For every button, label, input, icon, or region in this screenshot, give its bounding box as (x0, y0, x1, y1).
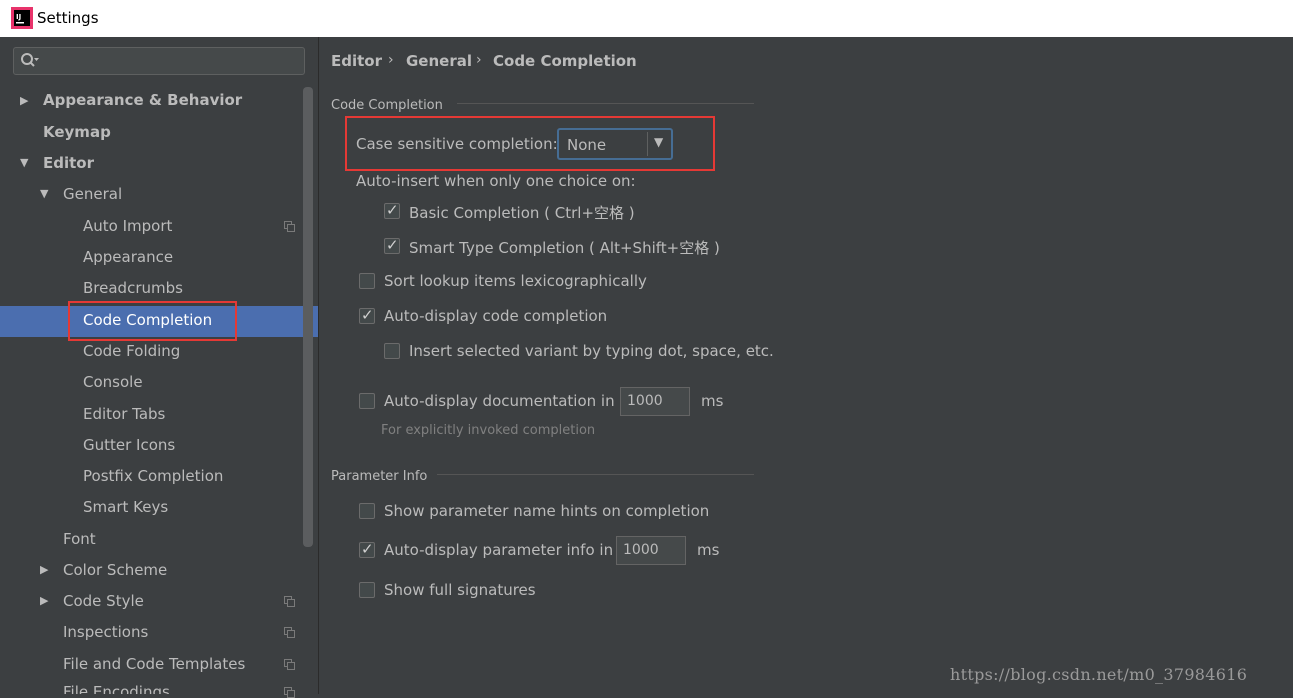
search-icon (21, 53, 39, 67)
sidebar-item-auto-import[interactable]: Auto Import (83, 211, 172, 242)
settings-sidebar: ▶ ▼ ▼ ▶ ▶ Appearance & Behavior Keymap E… (0, 37, 319, 698)
project-level-icon (284, 659, 295, 670)
show-param-hints-label[interactable]: Show parameter name hints on completion (384, 502, 709, 520)
project-level-icon (284, 627, 295, 638)
project-level-icon (284, 221, 295, 232)
smart-type-completion-label[interactable]: Smart Type Completion ( Alt+Shift+空格 ) (409, 237, 720, 258)
sidebar-item-appearance-behavior[interactable]: Appearance & Behavior (43, 85, 242, 116)
section-divider (457, 103, 754, 104)
param-delay-input[interactable]: 1000 (616, 536, 686, 565)
sidebar-item-font[interactable]: Font (63, 524, 96, 555)
expand-arrow-icon[interactable]: ▶ (20, 94, 28, 107)
highlight-box (345, 116, 715, 171)
expand-arrow-icon[interactable]: ▶ (40, 594, 48, 607)
show-param-hints-checkbox[interactable] (359, 503, 375, 519)
sidebar-item-color-scheme[interactable]: Color Scheme (63, 555, 167, 586)
sidebar-item-file-code-templates[interactable]: File and Code Templates (63, 649, 245, 680)
watermark: https://blog.csdn.net/m0_37984616 (950, 665, 1248, 684)
highlight-box (68, 301, 237, 341)
basic-completion-label[interactable]: Basic Completion ( Ctrl+空格 ) (409, 202, 635, 223)
auto-display-doc-checkbox[interactable] (359, 393, 375, 409)
project-level-icon (284, 596, 295, 607)
settings-content: Editor › General › Code Completion Code … (319, 37, 1293, 694)
sidebar-item-code-style[interactable]: Code Style (63, 586, 144, 617)
breadcrumb-editor[interactable]: Editor (331, 52, 382, 70)
auto-display-doc-label[interactable]: Auto-display documentation in (384, 392, 615, 410)
sidebar-item-smart-keys[interactable]: Smart Keys (83, 492, 168, 523)
sidebar-item-editor-tabs[interactable]: Editor Tabs (83, 399, 165, 430)
doc-delay-unit: ms (701, 392, 724, 410)
sidebar-item-breadcrumbs[interactable]: Breadcrumbs (83, 273, 183, 304)
search-input[interactable] (13, 47, 305, 75)
check-icon: ✓ (386, 201, 399, 219)
sidebar-item-file-encodings[interactable]: File Encodings (63, 677, 170, 694)
doc-delay-input[interactable]: 1000 (620, 387, 690, 416)
auto-insert-label: Auto-insert when only one choice on: (356, 172, 636, 190)
project-level-icon (284, 687, 295, 698)
sidebar-item-appearance[interactable]: Appearance (83, 242, 173, 273)
smart-type-completion-checkbox[interactable]: ✓ (384, 236, 400, 254)
collapse-arrow-icon[interactable]: ▼ (20, 156, 28, 169)
show-full-signatures-label[interactable]: Show full signatures (384, 581, 536, 599)
check-icon: ✓ (361, 540, 374, 558)
sidebar-item-inspections[interactable]: Inspections (63, 617, 148, 648)
breadcrumb-separator-icon: › (388, 52, 394, 68)
sort-lookup-label[interactable]: Sort lookup items lexicographically (384, 272, 647, 290)
show-full-signatures-checkbox[interactable] (359, 582, 375, 598)
doc-hint-note: For explicitly invoked completion (381, 423, 596, 438)
sidebar-item-console[interactable]: Console (83, 367, 143, 398)
param-delay-unit: ms (697, 541, 720, 559)
window-title: Settings (37, 9, 99, 27)
auto-display-code-checkbox[interactable]: ✓ (359, 306, 375, 324)
basic-completion-checkbox[interactable]: ✓ (384, 201, 400, 219)
section-divider (437, 474, 754, 475)
section-title-code-completion: Code Completion (331, 98, 443, 113)
breadcrumb-separator-icon: › (476, 52, 482, 68)
intellij-idea-icon: IJ (11, 7, 33, 29)
check-icon: ✓ (361, 306, 374, 324)
title-bar: IJ Settings (0, 0, 1293, 37)
expand-arrow-icon[interactable]: ▶ (40, 563, 48, 576)
breadcrumb-code-completion: Code Completion (493, 52, 637, 70)
section-title-parameter-info: Parameter Info (331, 469, 428, 484)
auto-display-param-checkbox[interactable]: ✓ (359, 540, 375, 558)
sidebar-scrollbar[interactable] (303, 87, 313, 547)
auto-display-param-label[interactable]: Auto-display parameter info in (384, 541, 613, 559)
sidebar-item-editor[interactable]: Editor (43, 148, 94, 179)
auto-display-code-label[interactable]: Auto-display code completion (384, 307, 607, 325)
check-icon: ✓ (386, 236, 399, 254)
insert-selected-variant-checkbox[interactable] (384, 343, 400, 359)
sidebar-item-keymap[interactable]: Keymap (43, 117, 111, 148)
svg-text:IJ: IJ (16, 13, 21, 21)
collapse-arrow-icon[interactable]: ▼ (40, 187, 48, 200)
sidebar-item-general[interactable]: General (63, 179, 122, 210)
sidebar-item-label: File Encodings (63, 683, 170, 694)
sidebar-item-gutter-icons[interactable]: Gutter Icons (83, 430, 175, 461)
sidebar-item-postfix-completion[interactable]: Postfix Completion (83, 461, 223, 492)
breadcrumb-general[interactable]: General (406, 52, 472, 70)
sort-lookup-checkbox[interactable] (359, 273, 375, 289)
insert-selected-variant-label[interactable]: Insert selected variant by typing dot, s… (409, 342, 774, 360)
